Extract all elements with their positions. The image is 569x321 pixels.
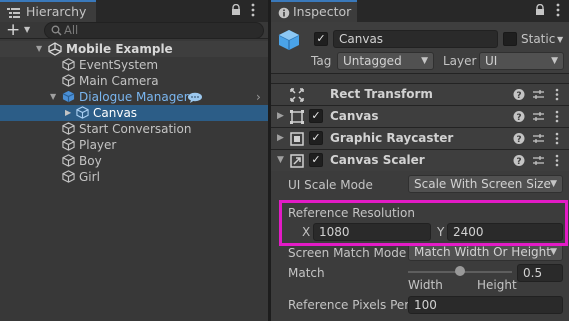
component-name: Graphic Raycaster	[330, 131, 454, 145]
list-item-label: EventSystem	[79, 58, 159, 72]
active-checkbox[interactable]: ✓	[314, 32, 328, 46]
tab-inspector[interactable]: Inspector	[271, 0, 357, 22]
component-canvas-scaler[interactable]: ▼ ✓ Canvas Scaler ?	[271, 149, 569, 171]
collapse-arrow-icon[interactable]: ▶	[65, 105, 71, 121]
list-item[interactable]: Girl	[0, 169, 268, 185]
rect-transform-icon	[290, 88, 304, 105]
screen-match-mode-label: Screen Match Mode	[288, 246, 407, 260]
list-item[interactable]: Main Camera	[0, 73, 268, 89]
inspector-tab-label: Inspector	[293, 4, 352, 19]
component-name: Canvas	[330, 109, 379, 123]
reference-pixels-label: Reference Pixels Per	[288, 298, 410, 312]
chevron-down-icon: ▼	[551, 56, 558, 66]
screen-match-mode-value: Match Width Or Height	[414, 245, 551, 259]
inspector-panel: Inspector ✓ Canvas Static ▼ Tag Untagged…	[271, 0, 569, 321]
canvas-icon	[290, 110, 304, 127]
list-item-label: Girl	[79, 170, 100, 184]
layer-label: Layer	[443, 54, 477, 68]
expand-arrow-icon[interactable]: ▼	[36, 41, 42, 57]
tag-value: Untagged	[343, 54, 402, 68]
ui-scale-mode-label: UI Scale Mode	[288, 178, 373, 192]
static-dropdown-arrow-icon[interactable]: ▼	[557, 35, 563, 44]
search-input[interactable]: All	[44, 22, 264, 39]
expand-arrow-icon[interactable]: ▶	[277, 111, 284, 121]
component-buttons: ?	[513, 132, 563, 148]
svg-text:?: ?	[516, 91, 521, 101]
tab-hierarchy[interactable]: Hierarchy	[0, 0, 96, 22]
chevron-down-icon: ▼	[550, 247, 557, 257]
svg-text:?: ?	[516, 135, 521, 145]
object-header: ✓ Canvas Static ▼ Tag Untagged ▼ Layer U…	[271, 22, 569, 74]
component-buttons: ?	[513, 154, 563, 170]
search-icon	[51, 25, 62, 39]
dropdown-arrow-icon[interactable]: ▼	[24, 25, 30, 34]
layer-value: UI	[485, 54, 498, 68]
list-item-selected[interactable]: ▶ Canvas	[0, 105, 268, 121]
component-buttons: ?	[513, 110, 563, 126]
list-item[interactable]: Boy	[0, 153, 268, 169]
layer-dropdown[interactable]: UI ▼	[479, 52, 564, 70]
list-item-label: Main Camera	[79, 74, 159, 88]
highlight-box	[279, 200, 568, 246]
tag-dropdown[interactable]: Untagged ▼	[337, 52, 434, 70]
chevron-down-icon: ▼	[550, 179, 557, 189]
list-item-label: Dialogue Manager	[79, 90, 189, 104]
canvas-scaler-icon	[290, 154, 304, 171]
hierarchy-more-icon[interactable]	[251, 3, 255, 20]
list-item[interactable]: ▼ Dialogue Manager ›	[0, 89, 268, 105]
list-item[interactable]: Player	[0, 137, 268, 153]
component-graphic-raycaster[interactable]: ▶ ✓ Graphic Raycaster ?	[271, 127, 569, 149]
match-slider-thumb[interactable]	[455, 266, 465, 276]
gameobject-cube-icon	[62, 170, 75, 187]
hierarchy-tab-label: Hierarchy	[26, 4, 87, 19]
chevron-right-icon[interactable]: ›	[256, 89, 261, 105]
match-label: Match	[288, 266, 325, 280]
ui-scale-mode-value: Scale With Screen Size	[414, 177, 551, 191]
list-item-label: Canvas	[93, 106, 138, 120]
list-item-label: Player	[79, 138, 117, 152]
match-value-field[interactable]: 0.5	[517, 264, 563, 282]
static-label: Static	[521, 32, 556, 46]
component-name: Canvas Scaler	[330, 153, 425, 167]
svg-text:?: ?	[516, 113, 521, 123]
list-item-label: Start Conversation	[79, 122, 192, 136]
inspector-more-icon[interactable]	[556, 3, 560, 20]
reference-pixels-field[interactable]: 100	[408, 296, 563, 314]
scene-row[interactable]: ▼ Mobile Example	[0, 41, 268, 57]
inspector-lock-icon[interactable]	[535, 3, 545, 19]
expand-arrow-icon[interactable]: ▼	[50, 89, 56, 105]
component-buttons: ?	[513, 88, 563, 104]
scene-label: Mobile Example	[66, 42, 173, 56]
width-label: Width	[408, 278, 443, 292]
list-item[interactable]: Start Conversation	[0, 121, 268, 137]
list-item[interactable]: EventSystem	[0, 57, 268, 73]
component-enabled-checkbox[interactable]: ✓	[309, 131, 323, 145]
object-name-field[interactable]: Canvas	[333, 30, 498, 48]
hierarchy-lock-icon[interactable]	[231, 3, 241, 19]
tag-label: Tag	[311, 54, 332, 68]
component-name: Rect Transform	[330, 87, 433, 101]
static-checkbox[interactable]	[503, 32, 517, 46]
height-label: Height	[477, 278, 517, 292]
component-rect-transform[interactable]: Rect Transform ?	[271, 83, 569, 105]
collapse-arrow-icon[interactable]: ▼	[277, 155, 284, 165]
chevron-down-icon: ▼	[421, 56, 428, 66]
expand-arrow-icon[interactable]: ▶	[277, 133, 284, 143]
raycaster-icon	[290, 132, 304, 149]
component-enabled-checkbox[interactable]: ✓	[309, 109, 323, 123]
add-icon[interactable]: +	[6, 22, 20, 39]
component-enabled-checkbox[interactable]: ✓	[309, 153, 323, 167]
prefab-cube-icon	[277, 28, 301, 55]
svg-text:?: ?	[516, 157, 521, 167]
list-item-label: Boy	[79, 154, 102, 168]
search-placeholder: All	[64, 23, 79, 37]
component-canvas[interactable]: ▶ ✓ Canvas ?	[271, 105, 569, 127]
hierarchy-panel: Hierarchy + ▼ All ▼ Mobile Example Event…	[0, 0, 268, 321]
ui-scale-mode-dropdown[interactable]: Scale With Screen Size ▼	[408, 175, 563, 193]
